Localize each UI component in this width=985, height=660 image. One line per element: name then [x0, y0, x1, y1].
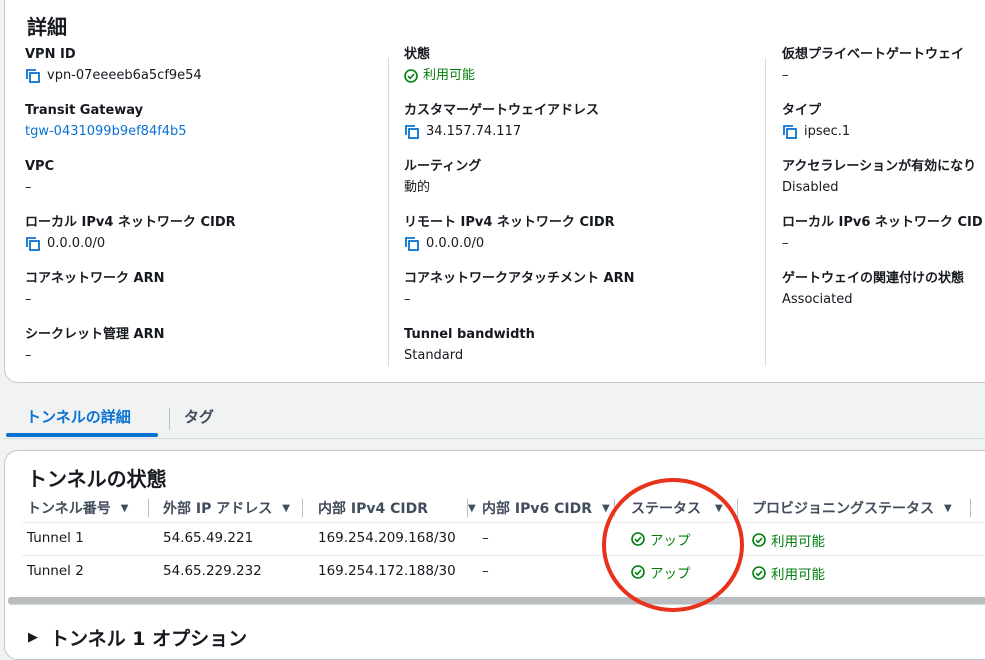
cell-inside-ipv4: 169.254.209.168/30: [318, 530, 456, 546]
field-label: VPC: [25, 159, 55, 174]
vpc-value: –: [25, 180, 32, 195]
field-label: コアネットワーク ARN: [25, 271, 165, 286]
field-label: 仮想プライベートゲートウェイ: [782, 47, 965, 62]
tab-tunnel-details[interactable]: トンネルの詳細: [26, 406, 131, 427]
tunnel-1-options-expander[interactable]: ▶ トンネル 1 オプション: [28, 624, 247, 651]
field-local-ipv4-cidr: ローカル IPv4 ネットワーク CIDR 0.0.0.0/0: [25, 214, 236, 253]
local-ipv6-cidr-value: –: [782, 236, 789, 251]
field-label: シークレット管理 ARN: [25, 327, 165, 342]
field-tunnel-bandwidth: Tunnel bandwidth Standard: [404, 326, 535, 365]
field-label: ゲートウェイの関連付けの状態: [782, 271, 965, 286]
field-acceleration: アクセラレーションが有効になり Disabled: [782, 158, 976, 197]
check-circle-icon: [752, 533, 766, 547]
tab-tags[interactable]: タグ: [184, 406, 214, 427]
gateway-association-state-value: Associated: [782, 292, 853, 307]
field-vpc: VPC –: [25, 158, 54, 197]
field-label: リモート IPv4 ネットワーク CIDR: [404, 215, 615, 230]
field-secret-arn: シークレット管理 ARN –: [25, 326, 164, 365]
caret-right-icon: ▶: [28, 630, 38, 645]
horizontal-scrollbar-thumb[interactable]: [8, 597, 985, 604]
cell-tunnel-number: Tunnel 1: [27, 530, 84, 546]
field-state: 状態 利用可能: [404, 46, 475, 85]
column-header-tunnel-number[interactable]: トンネル番号 ▼: [27, 498, 128, 518]
field-customer-gateway-address: カスタマーゲートウェイアドレス 34.157.74.117: [404, 102, 599, 141]
expander-label: トンネル 1 オプション: [50, 628, 248, 650]
cell-outside-ip: 54.65.49.221: [163, 530, 254, 546]
field-label: VPN ID: [25, 47, 76, 62]
cell-inside-ipv6: –: [482, 530, 489, 546]
remote-ipv4-cidr-value: 0.0.0.0/0: [426, 236, 485, 251]
field-label: ローカル IPv4 ネットワーク CIDR: [25, 215, 236, 230]
table-row-divider: [22, 555, 985, 556]
field-core-network-attachment-arn: コアネットワークアタッチメント ARN –: [404, 270, 634, 309]
tunnel-bandwidth-value: Standard: [404, 348, 464, 363]
cell-provisioning-status: 利用可能: [752, 563, 825, 583]
field-gateway-association-state: ゲートウェイの関連付けの状態 Associated: [782, 270, 964, 309]
check-circle-icon: [752, 566, 766, 580]
field-routing: ルーティング 動的: [404, 158, 481, 197]
cell-provisioning-status: 利用可能: [752, 530, 825, 550]
sort-caret-icon: ▼: [282, 502, 290, 514]
routing-value: 動的: [404, 180, 431, 195]
details-title: 詳細: [27, 15, 67, 39]
field-label: コアネットワークアタッチメント ARN: [404, 271, 635, 286]
field-label: Tunnel bandwidth: [404, 327, 535, 342]
active-tab-indicator: [6, 433, 158, 437]
field-virtual-private-gateway: 仮想プライベートゲートウェイ –: [782, 46, 964, 85]
column-header-outside-ip[interactable]: 外部 IP アドレス ▼: [163, 498, 290, 518]
state-value: 利用可能: [423, 68, 476, 83]
table-row-divider: [22, 522, 985, 523]
field-label: 状態: [404, 47, 431, 62]
annotation-circle: [602, 478, 744, 612]
column-header-inside-ipv6[interactable]: 内部 IPv6 CIDR ▼: [482, 498, 610, 518]
column-divider: [302, 499, 303, 517]
secret-arn-value: –: [25, 348, 32, 363]
column-divider: [765, 58, 766, 366]
tab-bar: トンネルの詳細 タグ: [4, 398, 985, 439]
core-network-attachment-arn-value: –: [404, 292, 411, 307]
transit-gateway-link[interactable]: tgw-0431099b9ef84f4b5: [25, 123, 187, 141]
field-core-network-arn: コアネットワーク ARN –: [25, 270, 164, 309]
field-label: Transit Gateway: [25, 103, 144, 118]
sort-caret-icon: ▼: [120, 502, 129, 514]
column-divider: [148, 499, 149, 517]
acceleration-value: Disabled: [782, 180, 839, 195]
copy-icon[interactable]: [404, 124, 420, 140]
column-divider: [970, 499, 971, 517]
sort-caret-icon: ▼: [467, 502, 476, 514]
copy-icon[interactable]: [404, 236, 420, 252]
field-label: ローカル IPv6 ネットワーク CID: [782, 215, 983, 230]
sort-caret-icon: ▼: [944, 502, 952, 514]
field-remote-ipv4-cidr: リモート IPv4 ネットワーク CIDR 0.0.0.0/0: [404, 214, 615, 253]
column-divider: [388, 58, 389, 366]
tab-divider: [169, 408, 170, 430]
cell-outside-ip: 54.65.229.232: [163, 563, 262, 579]
vpn-id-value: vpn-07eeeeb6a5cf9e54: [47, 68, 202, 83]
type-value: ipsec.1: [804, 124, 851, 139]
copy-icon[interactable]: [782, 124, 798, 140]
column-divider: [467, 499, 468, 517]
field-label: ルーティング: [404, 159, 482, 174]
field-label: タイプ: [782, 103, 822, 118]
field-transit-gateway: Transit Gateway tgw-0431099b9ef84f4b5: [25, 102, 187, 141]
tunnel-status-title: トンネルの状態: [27, 467, 167, 491]
cell-tunnel-number: Tunnel 2: [27, 563, 84, 579]
cell-inside-ipv4: 169.254.172.188/30: [318, 563, 456, 579]
core-network-arn-value: –: [25, 292, 32, 307]
field-vpn-id: VPN ID vpn-07eeeeb6a5cf9e54: [25, 46, 202, 85]
column-header-provisioning-status[interactable]: プロビジョニングステータス ▼: [752, 498, 952, 518]
field-label: カスタマーゲートウェイアドレス: [404, 103, 600, 118]
column-header-inside-ipv4[interactable]: 内部 IPv4 CIDR ▼: [318, 498, 476, 518]
copy-icon[interactable]: [25, 68, 41, 84]
check-circle-icon: [404, 69, 418, 83]
field-type: タイプ ipsec.1: [782, 102, 850, 141]
copy-icon[interactable]: [25, 236, 41, 252]
virtual-private-gateway-value: –: [782, 68, 789, 83]
field-label: アクセラレーションが有効になり: [782, 159, 977, 174]
cell-inside-ipv6: –: [482, 563, 489, 579]
field-local-ipv6-cidr: ローカル IPv6 ネットワーク CID –: [782, 214, 983, 253]
local-ipv4-cidr-value: 0.0.0.0/0: [47, 236, 106, 251]
customer-gateway-address-value: 34.157.74.117: [426, 124, 522, 139]
